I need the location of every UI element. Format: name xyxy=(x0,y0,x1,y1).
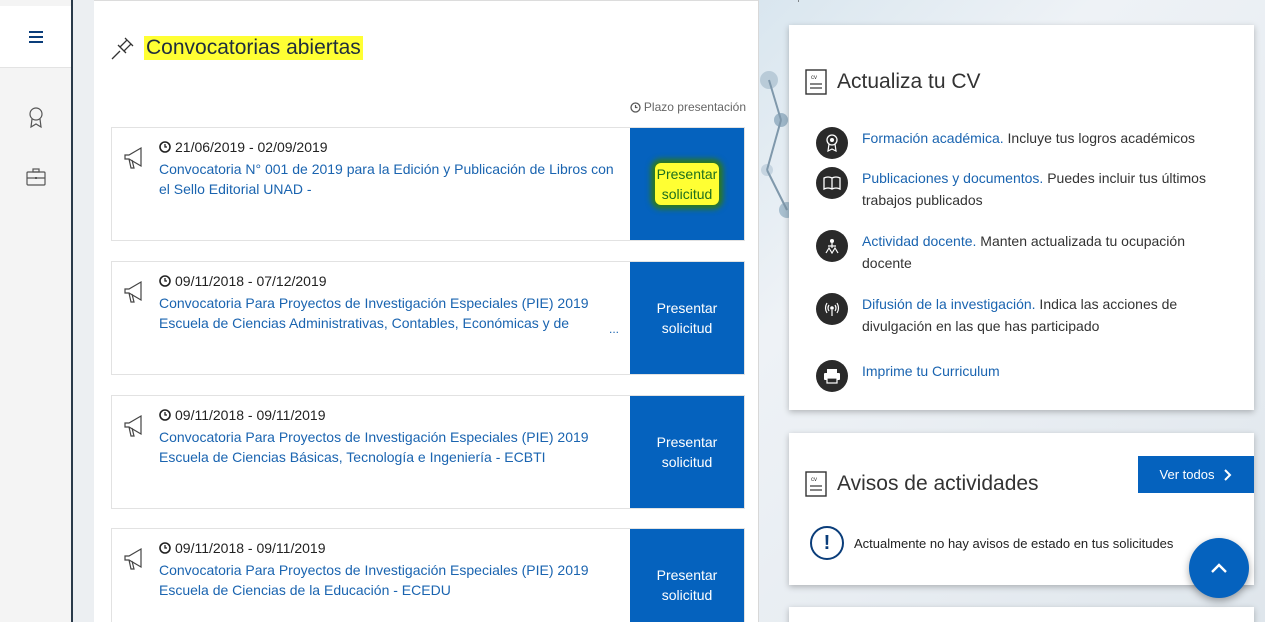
avisos-card-title: Avisos de actividades xyxy=(837,472,1039,495)
plazo-label: Plazo presentación xyxy=(643,100,746,114)
briefcase-icon xyxy=(25,168,46,186)
presentar-solicitud-button[interactable]: Presentar solicitud xyxy=(630,128,744,240)
cv-card-header: cv Actualiza tu CV xyxy=(805,69,981,95)
hamburger-icon xyxy=(28,30,43,43)
convocatoria-card: 09/11/2018 - 09/11/2019 Convocatoria Par… xyxy=(111,395,745,509)
presentar-solicitud-button[interactable]: Presentar solicitud xyxy=(630,262,744,374)
book-icon xyxy=(816,167,848,199)
cv-card-title: Actualiza tu CV xyxy=(837,70,981,93)
avisos-card-header: cv Avisos de actividades xyxy=(805,471,1039,497)
megaphone-icon xyxy=(124,547,142,570)
gutter xyxy=(73,0,94,622)
megaphone-icon xyxy=(124,146,142,169)
cv-item-publicaciones: Publicaciones y documentos. Puedes inclu… xyxy=(816,167,1212,211)
clock-icon xyxy=(159,275,171,287)
rail-briefcase-button[interactable] xyxy=(0,168,71,186)
convocatoria-link[interactable]: Convocatoria Para Proyectos de Investiga… xyxy=(159,560,625,600)
menu-button[interactable] xyxy=(0,6,71,68)
broadcast-icon xyxy=(816,293,848,325)
page-title-text: Convocatorias abiertas xyxy=(144,36,363,60)
cv-document-icon: cv xyxy=(805,69,827,95)
cv-item-link[interactable]: Imprime tu Curriculum xyxy=(862,363,1000,379)
cv-item-docente: Actividad docente. Manten actualizada tu… xyxy=(816,230,1212,274)
cv-item-imprime: Imprime tu Curriculum xyxy=(816,360,1212,392)
printer-icon xyxy=(816,360,848,392)
chevron-right-icon xyxy=(1224,468,1232,481)
award-icon xyxy=(816,127,848,159)
cv-item-link[interactable]: Formación académica. xyxy=(862,130,1004,146)
clock-icon xyxy=(159,141,171,153)
convocatorias-panel: Convocatorias abiertas Plazo presentació… xyxy=(94,0,758,622)
convocatoria-link[interactable]: Convocatoria Para Proyectos de Investiga… xyxy=(159,293,625,333)
award-icon xyxy=(28,107,43,129)
third-card xyxy=(789,607,1254,622)
svg-text:cv: cv xyxy=(811,75,817,81)
convocatoria-card: 09/11/2018 - 07/12/2019 Convocatoria Par… xyxy=(111,261,745,375)
chevron-up-icon xyxy=(1211,563,1227,573)
cv-item-link[interactable]: Difusión de la investigación. xyxy=(862,296,1036,312)
avisos-actividades-card: cv Avisos de actividades Ver todos ! Act… xyxy=(789,433,1254,585)
avisos-empty-message: ! Actualmente no hay avisos de estado en… xyxy=(810,526,1173,560)
cv-item-formacion: Formación académica. Incluye tus logros … xyxy=(816,127,1212,159)
cv-item-link[interactable]: Actividad docente. xyxy=(862,233,976,249)
pin-icon xyxy=(111,37,134,60)
cv-item-difusion: Difusión de la investigación. Indica las… xyxy=(816,293,1212,337)
convocatoria-card: 09/11/2018 - 09/11/2019 Convocatoria Par… xyxy=(111,528,745,622)
actualiza-cv-card: cv Actualiza tu CV Formación académica. … xyxy=(789,25,1254,410)
clock-icon xyxy=(630,101,641,113)
clock-icon xyxy=(159,542,171,554)
cv-document-icon: cv xyxy=(805,471,827,497)
presentar-solicitud-button[interactable]: Presentar solicitud xyxy=(630,529,744,622)
page-title: Convocatorias abiertas xyxy=(110,35,363,61)
megaphone-icon xyxy=(124,280,142,303)
clock-icon xyxy=(159,409,171,421)
rail-awards-button[interactable] xyxy=(0,107,71,129)
cv-item-link[interactable]: Publicaciones y documentos. xyxy=(862,170,1043,186)
svg-text:cv: cv xyxy=(811,477,817,483)
convocatoria-link[interactable]: Convocatoria N° 001 de 2019 para la Edic… xyxy=(159,159,625,199)
more-ellipsis: ... xyxy=(609,322,620,336)
convocatoria-link[interactable]: Convocatoria Para Proyectos de Investiga… xyxy=(159,427,625,467)
exclamation-icon: ! xyxy=(810,526,844,560)
convocatoria-dates: 09/11/2018 - 07/12/2019 xyxy=(159,273,327,289)
scroll-top-button[interactable] xyxy=(1189,538,1249,598)
convocatoria-card: 21/06/2019 - 02/09/2019 Convocatoria N° … xyxy=(111,127,745,241)
side-rail xyxy=(0,0,73,622)
convocatoria-dates: 09/11/2018 - 09/11/2019 xyxy=(159,540,326,556)
ver-todos-button[interactable]: Ver todos xyxy=(1138,456,1254,493)
plazo-legend: Plazo presentación xyxy=(630,100,746,114)
presentar-solicitud-button[interactable]: Presentar solicitud xyxy=(630,396,744,508)
teacher-icon xyxy=(816,230,848,262)
megaphone-icon xyxy=(124,414,142,437)
convocatoria-dates: 09/11/2018 - 09/11/2019 xyxy=(159,407,326,423)
convocatoria-dates: 21/06/2019 - 02/09/2019 xyxy=(159,139,328,155)
